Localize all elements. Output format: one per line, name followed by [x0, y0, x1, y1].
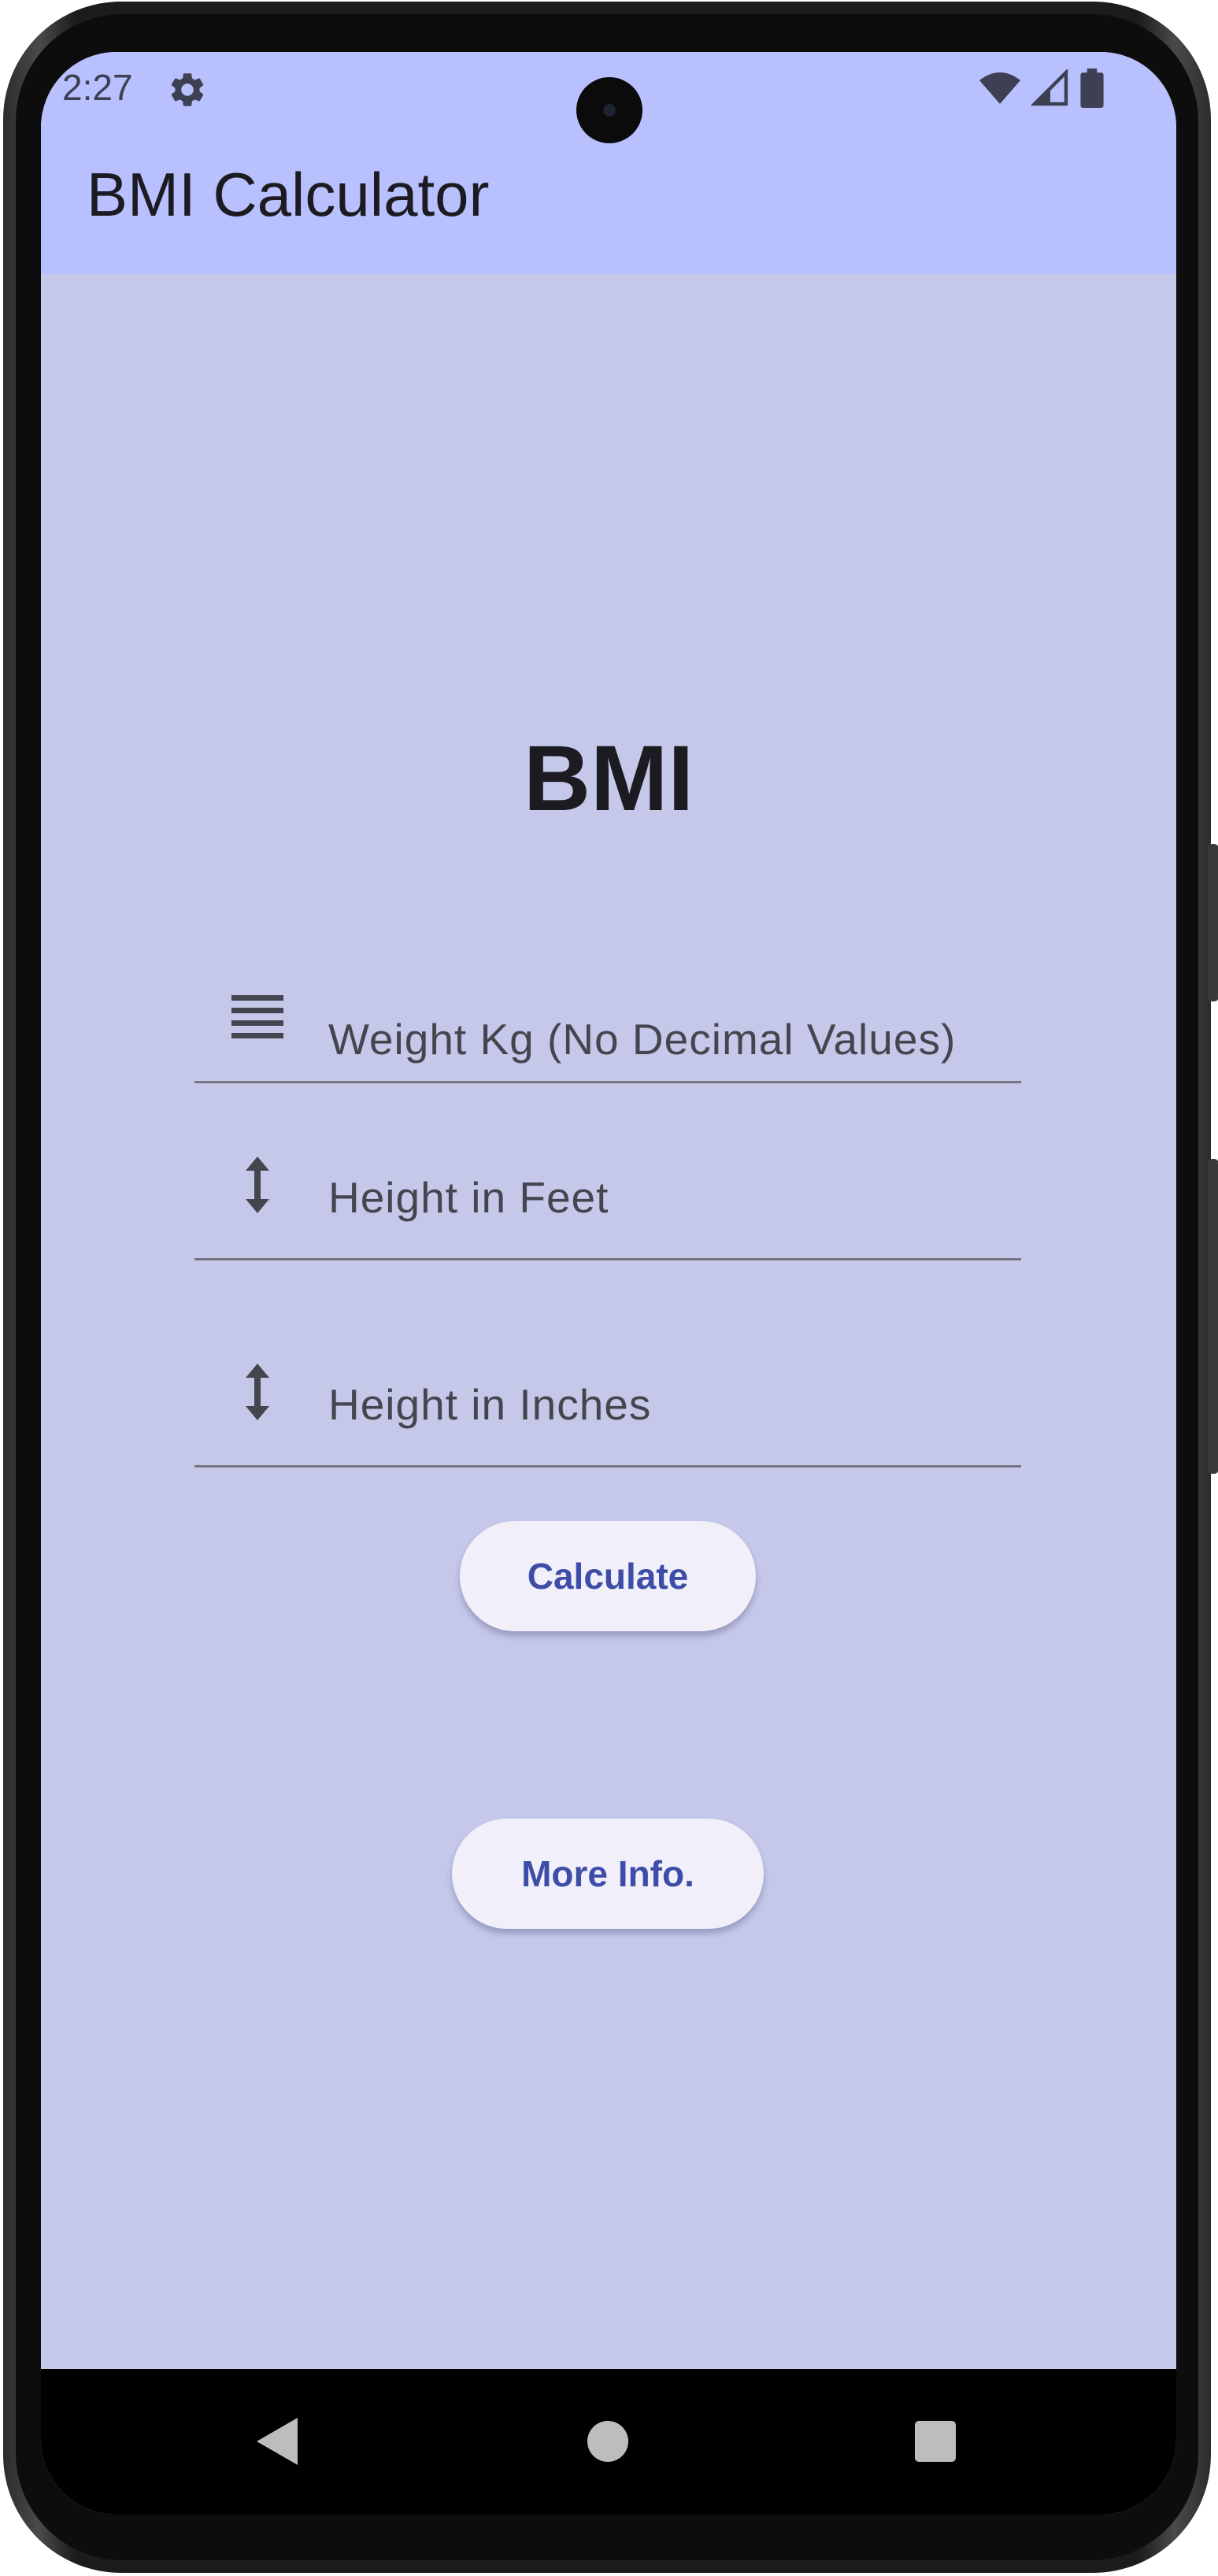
power-button	[1208, 1159, 1218, 1474]
back-triangle-icon[interactable]	[255, 2416, 299, 2467]
volume-button	[1208, 844, 1218, 1001]
signal-icon	[1031, 69, 1068, 106]
bmi-heading: BMI	[523, 727, 694, 831]
recents-square-icon[interactable]	[913, 2419, 957, 2463]
settings-gear-icon	[171, 73, 204, 106]
status-icons	[978, 68, 1105, 109]
app-top-bar: 2:27 BMI Calculator	[41, 52, 1176, 274]
height-inches-input[interactable]: Height in Inches	[194, 1310, 1021, 1468]
height-inches-placeholder: Height in Inches	[328, 1380, 652, 1429]
weight-lines-icon	[231, 995, 283, 1038]
device-screen: 2:27 BMI Calculator BMI Weight Kg (No De…	[41, 52, 1176, 2515]
front-camera	[576, 77, 642, 143]
weight-input[interactable]: Weight Kg (No Decimal Values)	[194, 926, 1021, 1083]
wifi-icon	[979, 72, 1020, 104]
height-arrows-icon	[246, 1364, 269, 1420]
battery-icon	[1080, 68, 1104, 108]
weight-placeholder: Weight Kg (No Decimal Values)	[328, 1015, 957, 1064]
status-time: 2:27	[62, 67, 133, 108]
calculate-button[interactable]: Calculate	[460, 1521, 756, 1631]
app-title: BMI Calculator	[87, 160, 490, 229]
height-arrows-icon	[246, 1157, 269, 1213]
height-feet-placeholder: Height in Feet	[328, 1173, 609, 1222]
phone-frame: 2:27 BMI Calculator BMI Weight Kg (No De…	[3, 2, 1218, 2573]
height-feet-input[interactable]: Height in Feet	[194, 1103, 1021, 1260]
home-circle-icon[interactable]	[586, 2419, 630, 2463]
more-info-button[interactable]: More Info.	[452, 1819, 764, 1929]
system-nav-bar	[41, 2369, 1176, 2515]
